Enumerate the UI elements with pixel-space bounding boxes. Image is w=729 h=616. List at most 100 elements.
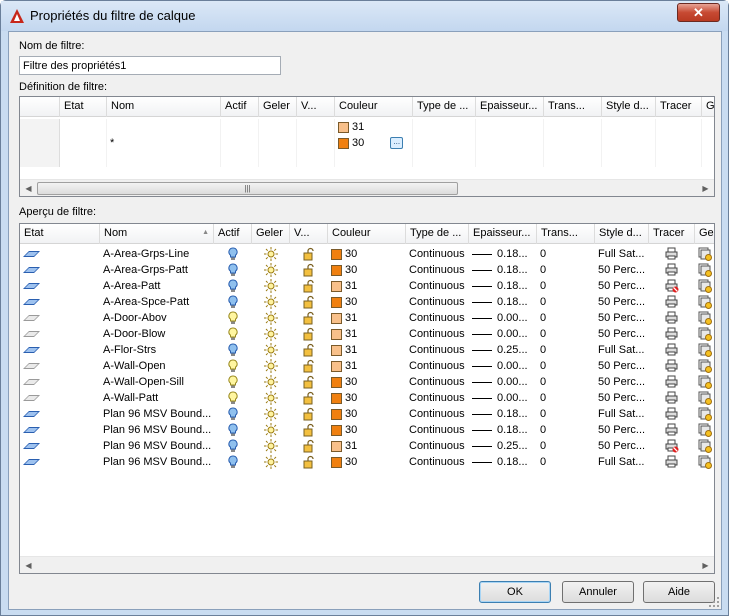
sun-thaw-icon[interactable] — [264, 439, 278, 453]
definition-cell[interactable] — [297, 135, 335, 151]
definition-cell[interactable] — [60, 151, 107, 167]
unlocked-icon[interactable] — [302, 343, 316, 357]
printer-icon[interactable] — [665, 359, 679, 373]
preview-col-tracer[interactable]: Tracer — [649, 224, 695, 244]
definition-cell[interactable] — [656, 151, 702, 167]
preview-row[interactable]: A-Wall-Patt 30 Continuous 0.00... 0 50 Perc..… — [20, 390, 714, 406]
new-viewport-freeze-icon[interactable] — [698, 263, 712, 277]
preview-col-couleur[interactable]: Couleur — [328, 224, 406, 244]
definition-cell[interactable] — [20, 151, 60, 167]
definition-cell[interactable]: 30... — [335, 135, 413, 151]
no-plot-printer-icon[interactable] — [665, 439, 679, 453]
lightbulb-on-icon[interactable] — [228, 263, 238, 277]
definition-cell[interactable] — [476, 135, 544, 151]
preview-row[interactable]: A-Area-Grps-Patt 30 Continuous 0.18... 0 50 P… — [20, 262, 714, 278]
color-swatch-icon[interactable] — [331, 392, 342, 404]
preview-col-actif[interactable]: Actif — [214, 224, 252, 244]
help-button[interactable]: Aide — [643, 581, 715, 603]
definition-cell[interactable] — [602, 135, 656, 151]
new-viewport-freeze-icon[interactable] — [698, 247, 712, 261]
lightbulb-on-icon[interactable] — [228, 327, 238, 341]
preview-grid[interactable]: Etat Nom ▲ Actif Geler V... Couleur Type de ...… — [19, 223, 715, 574]
lightbulb-on-icon[interactable] — [228, 423, 238, 437]
definition-grid[interactable]: Etat Nom Actif Geler V... Couleur Type de ... E… — [19, 96, 715, 197]
preview-row[interactable]: A-Wall-Open-Sill 30 Continuous 0.00... 0 50 P… — [20, 374, 714, 390]
definition-cell[interactable] — [544, 135, 602, 151]
lightbulb-on-icon[interactable] — [228, 391, 238, 405]
color-swatch-icon[interactable] — [331, 312, 342, 324]
unlocked-icon[interactable] — [302, 375, 316, 389]
definition-cell[interactable] — [656, 135, 702, 151]
preview-col-etat[interactable]: Etat — [20, 224, 100, 244]
resize-grip-icon[interactable] — [708, 596, 720, 608]
definition-cell[interactable] — [60, 119, 107, 135]
sun-thaw-icon[interactable] — [264, 311, 278, 325]
lightbulb-on-icon[interactable] — [228, 311, 238, 325]
preview-row[interactable]: A-Area-Grps-Line 30 Continuous 0.18... 0 Full… — [20, 246, 714, 262]
preview-col-geler[interactable]: Geler — [252, 224, 290, 244]
printer-icon[interactable] — [665, 295, 679, 309]
definition-cell[interactable] — [107, 119, 221, 135]
preview-row[interactable]: Plan 96 MSV Bound... 30 Continuous 0.18... 0… — [20, 422, 714, 438]
preview-col-epaisseur[interactable]: Epaisseur... — [469, 224, 537, 244]
definition-cell[interactable] — [476, 151, 544, 167]
definition-cell[interactable]: 31 — [335, 119, 413, 135]
preview-row[interactable]: A-Wall-Open 31 Continuous 0.00... 0 50 Perc..… — [20, 358, 714, 374]
new-viewport-freeze-icon[interactable] — [698, 455, 712, 469]
preview-scroll-left-icon[interactable]: ◀ — [20, 557, 37, 573]
printer-icon[interactable] — [665, 343, 679, 357]
close-button[interactable]: ✕ — [677, 3, 720, 22]
new-viewport-freeze-icon[interactable] — [698, 375, 712, 389]
sun-thaw-icon[interactable] — [264, 247, 278, 261]
printer-icon[interactable] — [665, 247, 679, 261]
unlocked-icon[interactable] — [302, 359, 316, 373]
definition-cell[interactable]: * — [107, 135, 221, 151]
definition-cell[interactable] — [259, 119, 297, 135]
definition-cell[interactable] — [602, 119, 656, 135]
lightbulb-on-icon[interactable] — [228, 407, 238, 421]
printer-icon[interactable] — [665, 375, 679, 389]
definition-col-etat[interactable]: Etat — [60, 97, 107, 117]
preview-col-style-d[interactable]: Style d... — [595, 224, 649, 244]
lightbulb-on-icon[interactable] — [228, 343, 238, 357]
preview-col-ge[interactable]: Ge... — [695, 224, 714, 244]
unlocked-icon[interactable] — [302, 247, 316, 261]
definition-cell[interactable] — [259, 135, 297, 151]
definition-col-v[interactable]: V... — [297, 97, 335, 117]
preview-row[interactable]: A-Door-Blow 31 Continuous 0.00... 0 50 Perc..… — [20, 326, 714, 342]
preview-row[interactable]: A-Area-Spce-Patt 30 Continuous 0.18... 0 50 P… — [20, 294, 714, 310]
definition-cell[interactable] — [221, 151, 259, 167]
new-viewport-freeze-icon[interactable] — [698, 407, 712, 421]
color-swatch-icon[interactable] — [331, 456, 342, 468]
unlocked-icon[interactable] — [302, 455, 316, 469]
sun-thaw-icon[interactable] — [264, 279, 278, 293]
preview-scroll-right-icon[interactable]: ▶ — [697, 557, 714, 573]
definition-cell[interactable] — [656, 119, 702, 135]
definition-col-selector[interactable] — [20, 97, 60, 117]
preview-col-nom[interactable]: Nom ▲ — [100, 224, 214, 244]
unlocked-icon[interactable] — [302, 311, 316, 325]
lightbulb-on-icon[interactable] — [228, 279, 238, 293]
color-swatch-icon[interactable] — [331, 424, 342, 436]
sun-thaw-icon[interactable] — [264, 343, 278, 357]
new-viewport-freeze-icon[interactable] — [698, 439, 712, 453]
color-swatch-icon[interactable] — [331, 248, 342, 260]
sun-thaw-icon[interactable] — [264, 423, 278, 437]
definition-row[interactable]: * 30... — [20, 135, 714, 151]
cancel-button[interactable]: Annuler — [562, 581, 634, 603]
color-swatch-icon[interactable] — [331, 264, 342, 276]
definition-col-tracer[interactable]: Tracer — [656, 97, 702, 117]
new-viewport-freeze-icon[interactable] — [698, 359, 712, 373]
definition-cell[interactable] — [221, 135, 259, 151]
printer-icon[interactable] — [665, 391, 679, 405]
preview-row[interactable]: A-Door-Abov 31 Continuous 0.00... 0 50 Perc..… — [20, 310, 714, 326]
definition-row-empty[interactable] — [20, 151, 714, 167]
printer-icon[interactable] — [665, 311, 679, 325]
definition-col-type-de[interactable]: Type de ... — [413, 97, 476, 117]
printer-icon[interactable] — [665, 407, 679, 421]
sun-thaw-icon[interactable] — [264, 359, 278, 373]
scroll-right-icon[interactable]: ▶ — [697, 180, 714, 196]
sun-thaw-icon[interactable] — [264, 295, 278, 309]
definition-col-ge[interactable]: Ge... — [702, 97, 714, 117]
color-swatch-icon[interactable] — [331, 360, 342, 372]
